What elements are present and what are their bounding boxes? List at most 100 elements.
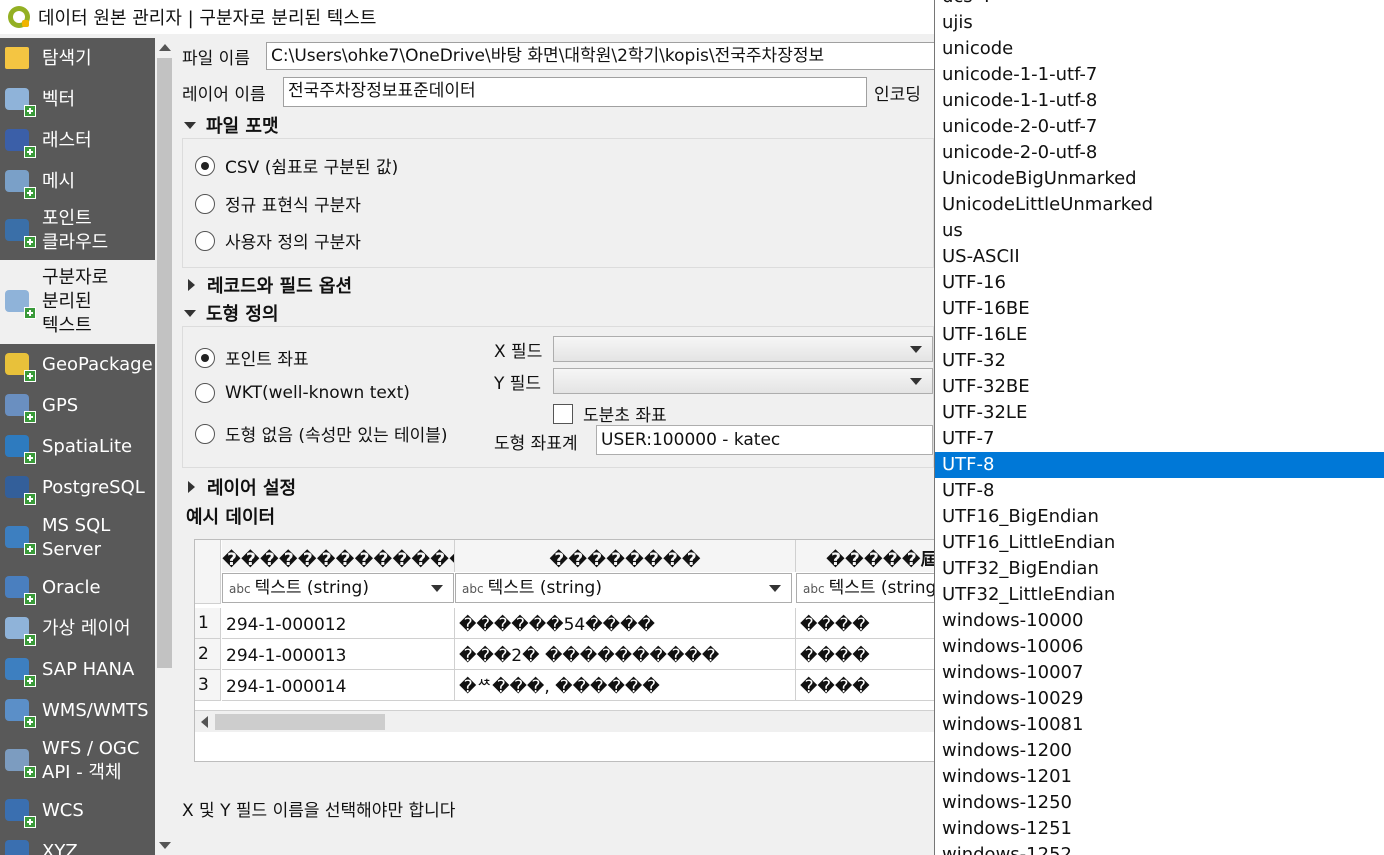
sample-data-table[interactable]: �������������8 �������� �����屆 abc 텍스트 (s… xyxy=(194,539,936,762)
radio-button[interactable] xyxy=(195,383,215,403)
sidebar-item[interactable]: WCS xyxy=(0,790,155,831)
encoding-option[interactable]: windows-10006 xyxy=(935,634,1384,660)
column-type-select[interactable]: abc 텍스트 (string) xyxy=(796,573,935,603)
radio-button[interactable] xyxy=(195,193,215,214)
encoding-option[interactable]: windows-1201 xyxy=(935,764,1384,790)
sidebar-item[interactable]: 메시 xyxy=(0,161,155,202)
column-header[interactable]: �������� xyxy=(455,540,796,572)
sidebar-item[interactable]: 구분자로 분리된 텍스트 xyxy=(0,260,155,344)
radio-point[interactable]: 포인트 좌표 xyxy=(195,345,309,370)
x-field-select[interactable] xyxy=(553,336,933,362)
radio-no-geometry[interactable]: 도형 없음 (속성만 있는 테이블) xyxy=(195,421,448,446)
geometry-toggle[interactable]: 도형 정의 xyxy=(184,300,279,326)
scroll-left-icon[interactable] xyxy=(201,716,208,728)
sidebar-item[interactable]: MS SQL Server xyxy=(0,508,155,567)
sidebar-item[interactable]: SAP HANA xyxy=(0,649,155,690)
sidebar-scrollbar[interactable] xyxy=(155,38,174,855)
sidebar-item[interactable]: XYZ xyxy=(0,831,155,855)
encoding-option[interactable]: ucs-4 xyxy=(935,0,1384,10)
column-header[interactable]: �������������8 xyxy=(222,540,455,572)
column-type-select[interactable]: abc 텍스트 (string) xyxy=(455,573,792,603)
encoding-option[interactable]: unicode xyxy=(935,36,1384,62)
record-options-toggle[interactable]: 레코드와 필드 옵션 xyxy=(186,272,352,298)
vector-icon xyxy=(2,83,36,117)
table-cell: �ᄷ���, ������ xyxy=(455,670,796,701)
sidebar-item[interactable]: WMS/WMTS xyxy=(0,690,155,731)
encoding-label: 인코딩 xyxy=(874,84,921,105)
sidebar-item[interactable]: 벡터 xyxy=(0,79,155,120)
encoding-option[interactable]: UnicodeLittleUnmarked xyxy=(935,192,1384,218)
encoding-option[interactable]: UTF32_LittleEndian xyxy=(935,582,1384,608)
encoding-option[interactable]: US-ASCII xyxy=(935,244,1384,270)
radio-button[interactable] xyxy=(195,423,215,444)
encoding-option[interactable]: UTF-32 xyxy=(935,348,1384,374)
encoding-option[interactable]: UTF-16BE xyxy=(935,296,1384,322)
table-corner xyxy=(195,540,221,604)
encoding-option[interactable]: unicode-2-0-utf-8 xyxy=(935,140,1384,166)
encoding-option[interactable]: windows-1251 xyxy=(935,816,1384,842)
column-type-select[interactable]: abc 텍스트 (string) xyxy=(222,573,454,603)
encoding-option[interactable]: windows-10029 xyxy=(935,686,1384,712)
encoding-option[interactable]: UTF-32BE xyxy=(935,374,1384,400)
layer-settings-toggle[interactable]: 레이어 설정 xyxy=(186,474,296,500)
encoding-option[interactable]: UTF-7 xyxy=(935,426,1384,452)
sidebar-item[interactable]: Oracle xyxy=(0,567,155,608)
encoding-option[interactable]: unicode-1-1-utf-7 xyxy=(935,62,1384,88)
layer-name-input[interactable]: 전국주차장정보표준데이터 xyxy=(283,77,867,107)
encoding-option[interactable]: windows-10081 xyxy=(935,712,1384,738)
file-format-title: 파일 포맷 xyxy=(206,116,279,137)
radio-wkt[interactable]: WKT(well-known text) xyxy=(195,383,410,403)
file-format-toggle[interactable]: 파일 포맷 xyxy=(184,112,279,138)
encoding-option[interactable]: UnicodeBigUnmarked xyxy=(935,166,1384,192)
scroll-thumb[interactable] xyxy=(157,58,172,668)
sidebar-item[interactable]: WFS / OGC API - 객체 xyxy=(0,731,155,790)
scroll-thumb[interactable] xyxy=(215,714,385,730)
sidebar-item[interactable]: GPS xyxy=(0,385,155,426)
table-hscrollbar[interactable] xyxy=(195,710,935,732)
encoding-option[interactable]: UTF-16 xyxy=(935,270,1384,296)
encoding-option[interactable]: windows-1200 xyxy=(935,738,1384,764)
radio-custom[interactable]: 사용자 정의 구분자 xyxy=(195,228,361,253)
sidebar-item[interactable]: 탐색기 xyxy=(0,38,155,79)
scroll-up-icon[interactable] xyxy=(159,44,171,51)
sidebar-item-label: 래스터 xyxy=(42,129,92,151)
sidebar-item[interactable]: 래스터 xyxy=(0,120,155,161)
radio-regex[interactable]: 정규 표현식 구분자 xyxy=(195,191,361,216)
encoding-option[interactable]: UTF16_LittleEndian xyxy=(935,530,1384,556)
encoding-option[interactable]: UTF16_BigEndian xyxy=(935,504,1384,530)
encoding-option[interactable]: unicode-2-0-utf-7 xyxy=(935,114,1384,140)
sidebar-item[interactable]: SpatiaLite xyxy=(0,426,155,467)
radio-button-checked[interactable] xyxy=(195,347,215,368)
encoding-option[interactable]: us xyxy=(935,218,1384,244)
radio-button[interactable] xyxy=(195,230,215,251)
file-name-input[interactable]: C:\Users\ohke7\OneDrive\바탕 화면\대학원\2학기\ko… xyxy=(266,42,936,70)
encoding-option[interactable]: windows-10000 xyxy=(935,608,1384,634)
radio-csv[interactable]: CSV (쉼표로 구분된 값) xyxy=(195,153,398,178)
encoding-option[interactable]: UTF32_BigEndian xyxy=(935,556,1384,582)
encoding-option[interactable]: windows-1252 xyxy=(935,842,1384,855)
sidebar-item[interactable]: PostgreSQL xyxy=(0,467,155,508)
radio-button-checked[interactable] xyxy=(195,155,215,176)
mssql-icon xyxy=(2,521,36,555)
crs-select[interactable]: USER:100000 - katec xyxy=(596,425,933,455)
sidebar-item[interactable]: 가상 레이어 xyxy=(0,608,155,649)
encoding-option[interactable]: windows-10007 xyxy=(935,660,1384,686)
encoding-option[interactable]: UTF-8 xyxy=(935,452,1384,478)
encoding-option[interactable]: UTF-16LE xyxy=(935,322,1384,348)
gps-icon xyxy=(2,389,36,423)
column-header[interactable]: �����屆 xyxy=(796,540,935,572)
encoding-dropdown-list[interactable]: ucs-4ujisunicodeunicode-1-1-utf-7unicode… xyxy=(934,0,1384,855)
sidebar-item-label: GPS xyxy=(42,394,79,416)
sidebar-item-label: 가상 레이어 xyxy=(42,617,131,639)
encoding-option[interactable]: UTF-8 xyxy=(935,478,1384,504)
encoding-option[interactable]: UTF-32LE xyxy=(935,400,1384,426)
scroll-down-icon[interactable] xyxy=(159,842,171,849)
sidebar-item[interactable]: GeoPackage xyxy=(0,344,155,385)
encoding-option[interactable]: ujis xyxy=(935,10,1384,36)
y-field-select[interactable] xyxy=(553,368,933,394)
dms-checkbox[interactable] xyxy=(553,403,573,424)
dms-checkbox-row[interactable]: 도분초 좌표 xyxy=(553,401,667,426)
encoding-option[interactable]: unicode-1-1-utf-8 xyxy=(935,88,1384,114)
encoding-option[interactable]: windows-1250 xyxy=(935,790,1384,816)
sidebar-item[interactable]: 포인트 클라우드 xyxy=(0,202,155,260)
